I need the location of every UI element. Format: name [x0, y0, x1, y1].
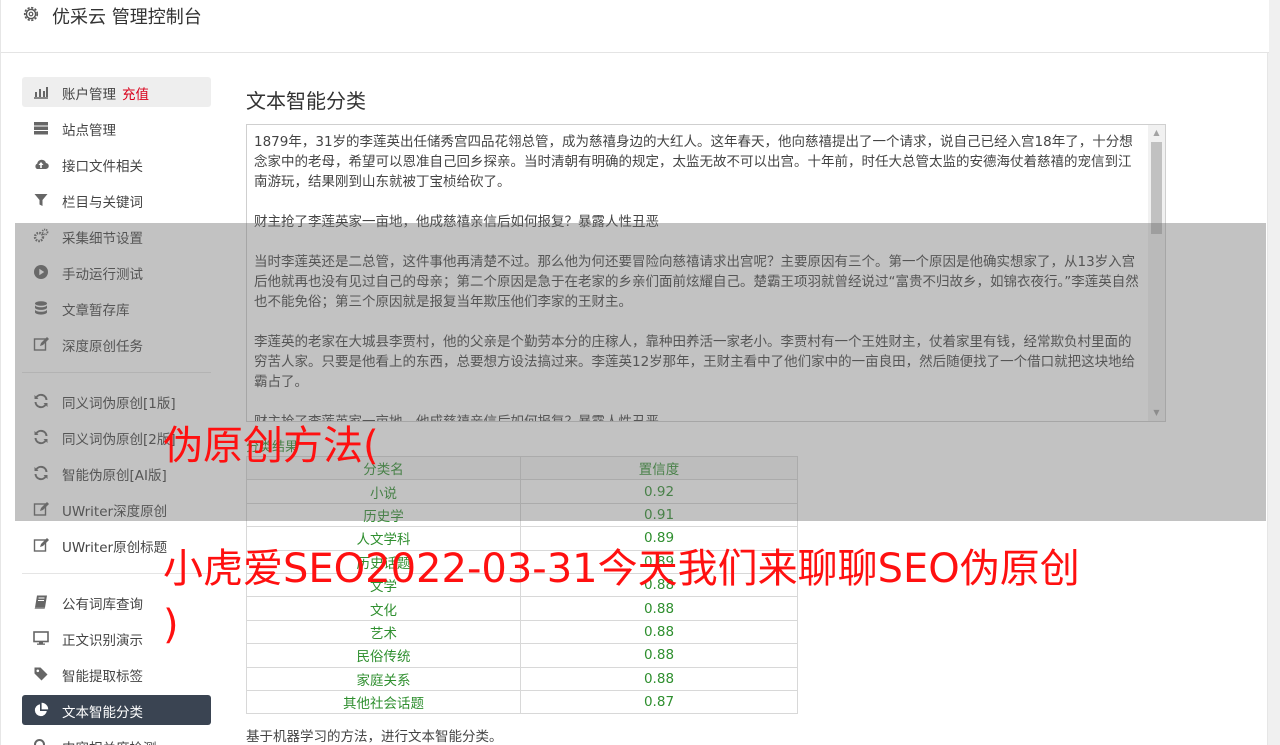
- confidence-cell: 0.88: [520, 619, 798, 645]
- sidebar-item-columns-keywords[interactable]: 栏目与关键词: [22, 185, 211, 215]
- sidebar-item-label: 文本智能分类: [62, 705, 143, 721]
- sidebar-item-label: 公有词库查询: [62, 597, 143, 613]
- search-icon: [34, 739, 45, 745]
- scroll-up-arrow-icon[interactable]: ▲: [1148, 125, 1165, 141]
- console-title: 优采云 管理控制台: [52, 7, 202, 28]
- sidebar-item-label: UWriter原创标题: [62, 540, 168, 556]
- gear-icon[interactable]: [21, 4, 41, 24]
- page-title: 文本智能分类: [246, 89, 366, 113]
- table-row: 文化 0.88: [246, 596, 798, 621]
- tag-icon: [34, 667, 48, 681]
- sidebar-item-body-recognition[interactable]: 正文识别演示: [22, 623, 211, 653]
- server-icon: [34, 122, 48, 135]
- sidebar-item-label: 内容相关度检测: [62, 737, 157, 745]
- filter-icon: [34, 194, 48, 206]
- gray-overlay-band: [15, 223, 1266, 521]
- overlay-headline-line1: 伪原创方法(: [163, 423, 379, 469]
- scrollbar-thumb[interactable]: [1151, 142, 1162, 234]
- confidence-cell: 0.88: [520, 666, 798, 691]
- confidence-cell: 0.88: [520, 643, 798, 668]
- category-cell: 民俗传统: [246, 643, 521, 668]
- table-row: 其他社会话题 0.87: [246, 689, 798, 715]
- sidebar-item-label: 正文识别演示: [62, 633, 143, 649]
- cloud-upload-icon: [35, 159, 49, 170]
- book-icon: [34, 595, 47, 609]
- category-cell: 文化: [246, 596, 521, 621]
- table-row: 艺术 0.88: [246, 619, 798, 645]
- sidebar-item-label: 账户管理: [62, 87, 116, 103]
- sidebar-item-account[interactable]: 账户管理 充值: [22, 77, 211, 107]
- sidebar-item-interface-files[interactable]: 接口文件相关: [22, 149, 211, 179]
- article-paragraph: 1879年，31岁的李莲英出任储秀宫四品花翎总管，成为慈禧身边的大红人。这年春天…: [254, 134, 1133, 190]
- overlay-headline-line3: ): [163, 602, 179, 648]
- monitor-icon: [33, 631, 49, 645]
- sidebar-item-text-classification[interactable]: 文本智能分类: [22, 695, 211, 725]
- recharge-link[interactable]: 充值: [122, 87, 149, 103]
- sidebar-item-label: 栏目与关键词: [62, 195, 143, 211]
- bar-chart-icon: [34, 87, 48, 99]
- category-cell: 家庭关系: [246, 666, 521, 691]
- sidebar-item-extract-tags[interactable]: 智能提取标签: [22, 659, 211, 689]
- edit-icon: [33, 538, 49, 552]
- table-row: 家庭关系 0.88: [246, 666, 798, 691]
- table-row: 民俗传统 0.88: [246, 643, 798, 668]
- footer-note: 基于机器学习的方法，进行文本智能分类。: [246, 729, 503, 745]
- confidence-cell: 0.87: [520, 689, 798, 715]
- overlay-headline-line2: 小虎爱SEO2022-03-31今天我们来聊聊SEO伪原创: [163, 546, 1080, 592]
- sidebar-item-relevance-check[interactable]: 内容相关度检测: [22, 731, 211, 745]
- sidebar-item-label: 接口文件相关: [62, 159, 143, 175]
- sidebar-item-label: 智能提取标签: [62, 669, 143, 685]
- top-header: 优采云 管理控制台: [1, 0, 1269, 53]
- category-cell: 其他社会话题: [246, 689, 521, 715]
- pie-chart-icon: [34, 702, 49, 717]
- sidebar-item-label: 站点管理: [62, 123, 116, 139]
- category-cell: 艺术: [246, 619, 521, 645]
- sidebar-item-sites[interactable]: 站点管理: [22, 113, 211, 143]
- confidence-cell: 0.88: [520, 596, 798, 621]
